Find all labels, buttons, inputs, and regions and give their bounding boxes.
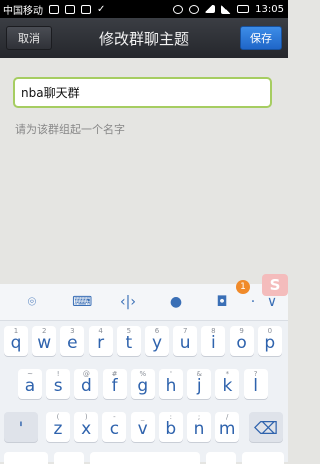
key-label: u <box>179 333 191 353</box>
key-label: h <box>165 376 177 396</box>
key-g[interactable]: % g <box>130 369 155 399</box>
signal-icon <box>221 4 232 14</box>
keyboard-icon[interactable]: ⌨ <box>72 294 92 310</box>
space-key[interactable] <box>90 452 200 464</box>
microphone-icon[interactable]: ● <box>168 294 184 310</box>
key-j[interactable]: & j <box>187 369 212 399</box>
key-label: z <box>53 419 63 439</box>
clock: 13:05 <box>255 3 284 15</box>
battery-icon <box>237 5 250 13</box>
symbol-key[interactable] <box>4 452 48 464</box>
keyboard-toolbar: ⌾ ⌨ ‹|› ● ◘ · ∨ 1 S <box>0 274 288 321</box>
group-name-input[interactable]: nba聊天群 <box>13 77 272 108</box>
key-f[interactable]: # f <box>102 369 127 399</box>
key-k[interactable]: * k <box>215 369 240 399</box>
key-label: x <box>81 419 92 439</box>
carrier-name: 中国移动 <box>3 5 43 17</box>
camera-icon[interactable]: ◘ <box>214 294 230 310</box>
key-label: d <box>80 376 92 396</box>
key-label: c <box>109 419 120 439</box>
collapse-chevron-icon[interactable]: ∨ <box>264 294 280 310</box>
key-l[interactable]: ? l <box>243 369 268 399</box>
key-u[interactable]: 7u <box>173 326 198 356</box>
key-h[interactable]: ' h <box>159 369 183 399</box>
key-c[interactable]: -c <box>102 412 127 442</box>
page-title: 修改群聊主题 <box>98 29 189 48</box>
key-label: n <box>193 419 205 439</box>
key-label: s <box>53 376 63 396</box>
key-m[interactable]: / m <box>215 412 240 442</box>
key-label: i <box>211 333 216 353</box>
key-label: p <box>264 333 276 353</box>
key-x[interactable]: ) x <box>74 412 99 442</box>
mute-icon <box>173 4 184 14</box>
key-label: o <box>236 333 247 353</box>
backspace-icon: ⌫ <box>253 419 279 439</box>
key-z[interactable]: (z <box>46 412 70 442</box>
input-hint: 请为该群组起一个名字 <box>15 123 125 136</box>
key-y[interactable]: 6y <box>145 326 169 356</box>
usb-icon <box>49 4 59 14</box>
backspace-key[interactable]: ⌫ <box>249 412 283 442</box>
key-label: j <box>196 376 202 396</box>
cursor-move-icon[interactable]: ‹|› <box>120 294 136 310</box>
more-dot-icon[interactable]: · <box>245 294 261 310</box>
alarm-icon <box>189 4 200 14</box>
key-label: m <box>218 419 236 439</box>
key-label: w <box>37 333 52 353</box>
key-p[interactable]: 0p <box>257 326 282 356</box>
key-s[interactable]: ! s <box>46 369 71 399</box>
key-e[interactable]: 3e <box>60 326 85 356</box>
shield-icon <box>81 4 91 14</box>
image-icon <box>65 4 75 14</box>
keyboard: ⌾ ⌨ ‹|› ● ◘ · ∨ 1 S 1q2w3e4r5t6y7u8i9o0p… <box>0 274 288 464</box>
key-n[interactable]: ; n <box>187 412 211 442</box>
key-i[interactable]: 8i <box>201 326 226 356</box>
key-label: v <box>137 419 148 439</box>
key-label: b <box>165 419 177 439</box>
emoji-key[interactable] <box>54 452 84 464</box>
separator-key[interactable]: ' <box>4 412 38 442</box>
key-label: t <box>125 333 133 353</box>
key-r[interactable]: 4r <box>88 326 113 356</box>
key-label: l <box>253 376 258 396</box>
key-label: k <box>222 376 233 396</box>
notification-badge: 1 <box>236 280 250 294</box>
title-bar: 取消 修改群聊主题 保存 <box>0 18 288 58</box>
key-w[interactable]: 2w <box>32 326 57 356</box>
cancel-button[interactable]: 取消 <box>6 26 52 50</box>
key-label: g <box>137 376 149 396</box>
key-label: e <box>67 333 78 353</box>
key-label: a <box>24 376 36 396</box>
key-label: q <box>10 333 22 353</box>
wifi-icon <box>205 5 216 13</box>
attachment-icon[interactable]: ⌾ <box>24 294 40 310</box>
key-v[interactable]: _ v <box>130 412 155 442</box>
enter-key[interactable] <box>242 452 284 464</box>
keyboard-row-4 <box>0 452 288 464</box>
key-q[interactable]: 1q <box>4 326 28 356</box>
key-o[interactable]: 9o <box>229 326 254 356</box>
key-a[interactable]: ~ a <box>18 369 42 399</box>
key-label: r <box>97 333 105 353</box>
key-b[interactable]: :b <box>158 412 183 442</box>
key-d[interactable]: @ d <box>74 369 99 399</box>
status-bar: 中国移动 ✓ 13:05 <box>0 0 288 18</box>
save-button[interactable]: 保存 <box>240 26 282 50</box>
key-t[interactable]: 5t <box>116 326 141 356</box>
key-label: f <box>111 376 118 396</box>
check-icon: ✓ <box>97 3 106 15</box>
key-label: y <box>151 333 163 353</box>
ime-logo: S <box>262 274 288 296</box>
language-key[interactable] <box>206 452 236 464</box>
